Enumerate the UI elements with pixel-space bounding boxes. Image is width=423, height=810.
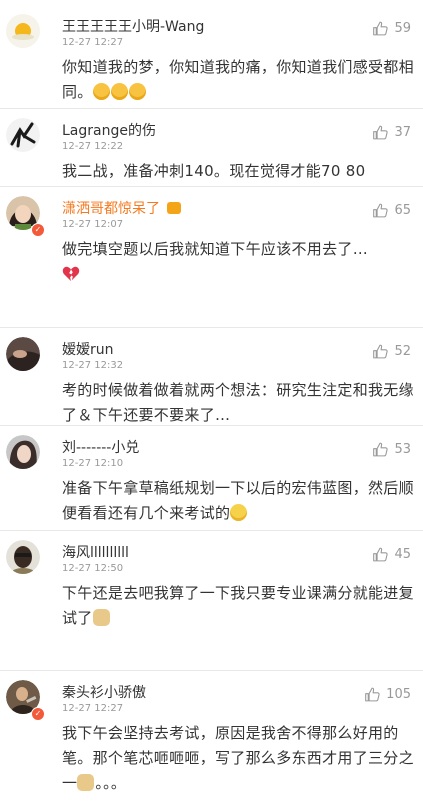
divider [0, 425, 423, 426]
comment-item: 嫒嫒run 12-27 12:32 52 考的时候做着做着就两个想法：研究生注定… [0, 331, 423, 424]
divider [0, 327, 423, 328]
like-count: 37 [394, 125, 411, 140]
comment-text: 下午还是去吧我算了一下我只要专业课满分就能进复试了 [62, 581, 414, 631]
username[interactable]: 潇洒哥都惊呆了 [62, 198, 182, 218]
avatar[interactable] [6, 337, 40, 371]
username[interactable]: 王王王王王小明-Wang [62, 16, 204, 36]
divider [0, 186, 423, 187]
timestamp: 12-27 12:22 [62, 141, 124, 152]
timestamp: 12-27 12:27 [62, 703, 124, 714]
username[interactable]: Lagrange的伤 [62, 120, 156, 140]
like-count: 53 [394, 442, 411, 457]
username[interactable]: 秦头衫小骄傲 [62, 682, 146, 702]
avatar[interactable] [6, 435, 40, 469]
comment-item: ✓ 秦头衫小骄傲 12-27 12:27 105 我下午会坚持去考试，原因是我舍… [0, 674, 423, 804]
username-text: 潇洒哥都惊呆了 [62, 201, 160, 217]
comment-text: 准备下午拿草稿纸规划一下以后的宏伟蓝图，然后顺便看看还有几个来考试的 [62, 476, 414, 526]
like-count: 45 [394, 547, 411, 562]
divider [0, 530, 423, 531]
username[interactable]: 刘-------小兑 [62, 437, 139, 457]
laugh-emoji [128, 83, 146, 100]
comment-body: 下午还是去吧我算了一下我只要专业课满分就能进复试了 [62, 584, 414, 627]
timestamp: 12-27 12:10 [62, 458, 124, 469]
thumbs-up-icon [365, 687, 380, 702]
comment-text: 考的时候做着做着就两个想法：研究生注定和我无缘了＆下午还要不要来了… [62, 381, 414, 424]
comment-text: 我下午会坚持去考试，原因是我舍不得那么好用的笔。那个笔芯咂咂咂，写了那么多东西才… [62, 721, 414, 796]
thumbs-up-icon [373, 21, 389, 36]
comment-item: 刘-------小兑 12-27 12:10 53 准备下午拿草稿纸规划一下以后… [0, 429, 423, 529]
thumbs-up-icon [373, 442, 389, 457]
timestamp: 12-27 12:50 [62, 563, 124, 574]
comment-body: 做完填空题以后我就知道下午应该不用去了… [62, 240, 369, 258]
verified-badge-icon: ✓ [31, 707, 45, 721]
verified-badge-icon: ✓ [31, 223, 45, 237]
like-button[interactable]: 45 [372, 546, 411, 563]
username[interactable]: 海风llllllllll [62, 542, 129, 562]
avatar[interactable] [6, 540, 40, 574]
like-button[interactable]: 105 [364, 686, 411, 703]
comment-item: Lagrange的伤 12-27 12:22 37 我二战，准备冲刺140。现在… [0, 112, 423, 184]
like-count: 105 [386, 687, 411, 702]
avatar[interactable] [6, 118, 40, 152]
thumbs-up-icon [373, 344, 389, 359]
comment-item: 海风llllllllll 12-27 12:50 45 下午还是去吧我算了一下我… [0, 534, 423, 634]
timestamp: 12-27 12:27 [62, 37, 124, 48]
divider [0, 670, 423, 671]
like-button[interactable]: 59 [372, 20, 411, 37]
comment-feed: 王王王王王小明-Wang 12-27 12:27 59 你知道我的梦，你知道我的… [0, 0, 423, 810]
like-button[interactable]: 53 [372, 441, 411, 458]
timestamp: 12-27 12:32 [62, 360, 124, 371]
avatar[interactable] [6, 14, 40, 48]
broken-heart-emoji [62, 266, 80, 282]
comment-text: 我二战，准备冲刺140。现在觉得才能70 80 [62, 162, 366, 180]
like-button[interactable]: 52 [372, 343, 411, 360]
thumbs-up-icon [373, 203, 389, 218]
comment-text: 做完填空题以后我就知道下午应该不用去了… [62, 237, 414, 287]
thumbs-up-icon [373, 125, 389, 140]
username[interactable]: 嫒嫒run [62, 339, 114, 359]
like-button[interactable]: 37 [372, 124, 411, 141]
timestamp: 12-27 12:07 [62, 219, 124, 230]
like-count: 65 [394, 203, 411, 218]
doge-emoji [92, 609, 110, 626]
comment-tail: 。。。 [95, 774, 127, 792]
comment-text: 你知道我的梦，你知道我的痛，你知道我们感受都相同。 [62, 55, 414, 105]
divider [0, 108, 423, 109]
like-count: 52 [394, 344, 411, 359]
like-count: 59 [394, 21, 411, 36]
laugh-emoji [110, 83, 128, 100]
vip-crown-icon [167, 202, 182, 214]
laugh-emoji [92, 83, 110, 100]
comment-item: 王王王王王小明-Wang 12-27 12:27 59 你知道我的梦，你知道我的… [0, 8, 423, 108]
thumbs-up-icon [373, 547, 389, 562]
like-button[interactable]: 65 [372, 202, 411, 219]
comment-item: ✓ 潇洒哥都惊呆了 12-27 12:07 65 做完填空题以后我就知道下午应该… [0, 190, 423, 290]
smile-emoji [230, 504, 248, 521]
doge-emoji [77, 774, 95, 791]
